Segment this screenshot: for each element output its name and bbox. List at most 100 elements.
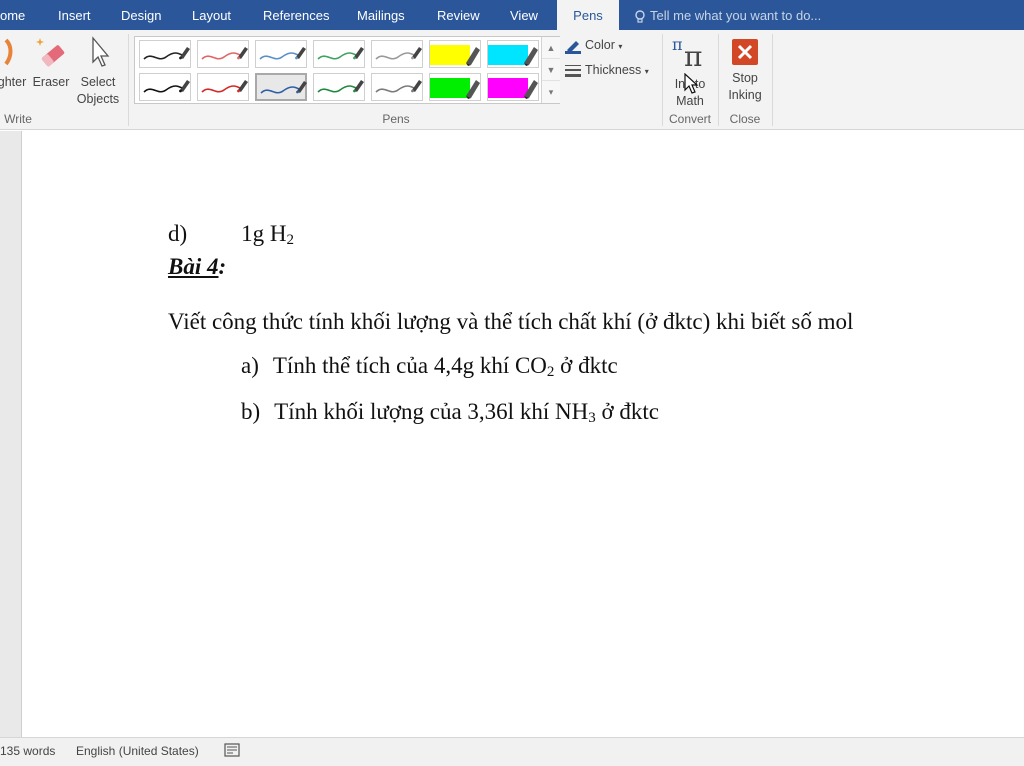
pen-icon: [375, 80, 422, 93]
pen-icon: [260, 81, 307, 94]
stop-inking-line2: Inking: [728, 88, 762, 102]
pen-icon: [201, 47, 248, 60]
pen-icon: [201, 80, 248, 93]
group-separator: [662, 34, 663, 126]
highlighter-label: ghter: [0, 75, 27, 89]
heading-colon: :: [218, 254, 227, 279]
highlighter-swatch[interactable]: [429, 40, 481, 68]
exercise-paragraph: Viết công thức tính khối lượng và thể tí…: [168, 309, 854, 334]
group-separator: [718, 34, 719, 126]
pen-icon: [317, 80, 364, 93]
tab-pens[interactable]: Pens: [557, 0, 619, 30]
eraser-icon: [36, 38, 65, 67]
highlighter-icon: [488, 78, 538, 99]
select-objects-line1: Select: [80, 75, 116, 89]
list-text: Tính thể tích của 4,4g khí CO: [272, 353, 547, 378]
tab-review[interactable]: Review: [437, 0, 480, 30]
select-objects-button[interactable]: Select Objects: [74, 36, 122, 108]
list-marker: d): [168, 221, 188, 246]
color-dropdown-icon: ▾: [618, 42, 623, 51]
tab-home[interactable]: ome: [0, 0, 25, 30]
left-gutter: [0, 131, 22, 737]
list-item-d: d) 1g H2: [168, 221, 294, 249]
gallery-more-arrow[interactable]: ▾: [542, 81, 560, 103]
tab-layout[interactable]: Layout: [192, 0, 231, 30]
proofing-icon[interactable]: [224, 743, 240, 760]
svg-text:π: π: [684, 40, 702, 72]
pen-swatch[interactable]: [371, 73, 423, 101]
list-item-a: a) Tính thể tích của 4,4g khí CO2 ở đktc: [241, 353, 618, 381]
subscript: 2: [286, 232, 295, 248]
pen-swatch[interactable]: [313, 73, 365, 101]
tab-design[interactable]: Design: [121, 0, 161, 30]
pen-swatch[interactable]: [371, 40, 423, 68]
ink-to-math-line2: Math: [676, 94, 704, 108]
word-count[interactable]: 135 words: [0, 744, 55, 758]
language-indicator[interactable]: English (United States): [76, 744, 199, 758]
tell-me-search[interactable]: Tell me what you want to do...: [634, 0, 821, 30]
thickness-label: Thickness: [585, 63, 642, 77]
group-separator: [772, 34, 773, 126]
pen-swatch[interactable]: [197, 73, 249, 101]
list-text: 1g H: [241, 221, 287, 246]
list-text: Tính khối lượng của 3,36l khí NH: [274, 399, 589, 424]
group-separator: [128, 34, 129, 126]
list-marker: b): [241, 399, 261, 424]
list-item-b: b) Tính khối lượng của 3,36l khí NH3 ở đk…: [241, 399, 659, 427]
highlighter-swatch[interactable]: [429, 73, 481, 101]
close-x-icon: [732, 39, 758, 65]
tab-view[interactable]: View: [510, 0, 538, 30]
gallery-down-arrow[interactable]: ▼: [542, 59, 560, 81]
pen-icon: [143, 80, 190, 93]
pen-swatch[interactable]: [139, 40, 191, 68]
ink-to-math-icon: ππ: [672, 35, 702, 72]
pen-swatch[interactable]: [139, 73, 191, 101]
highlighter-button[interactable]: ghter: [0, 36, 28, 91]
stop-inking-line1: Stop: [732, 71, 758, 85]
exercise-heading: Bài 4:: [168, 254, 226, 280]
pen-swatch[interactable]: [255, 40, 307, 68]
list-text-end: ở đktc: [595, 399, 659, 424]
color-label: Color: [585, 38, 615, 52]
pen-icon: [143, 47, 190, 60]
lightbulb-icon: [635, 9, 645, 23]
pen-icon: [375, 47, 422, 60]
pens-group-label: Pens: [382, 112, 410, 126]
pen-icon: [317, 47, 364, 60]
highlighter-icon: [430, 45, 480, 66]
pen-swatch[interactable]: [197, 40, 249, 68]
pen-icon: [259, 47, 306, 60]
highlighter-swatch[interactable]: [487, 40, 539, 68]
pen-swatch[interactable]: [313, 40, 365, 68]
highlighter-icon: [430, 78, 480, 99]
convert-group-label: Convert: [668, 112, 712, 126]
word-window: ome Insert Design Layout References Mail…: [0, 0, 1024, 766]
gallery-up-arrow[interactable]: ▲: [542, 37, 560, 59]
stop-inking-button[interactable]: Stop Inking: [722, 38, 768, 104]
ribbon-tab-bar: ome Insert Design Layout References Mail…: [0, 0, 1024, 30]
thickness-dropdown-icon: ▾: [644, 67, 649, 76]
highlighter-icon: [4, 38, 13, 66]
select-pointer-icon: [92, 36, 110, 67]
pen-swatch[interactable]: [255, 73, 307, 101]
tab-references[interactable]: References: [263, 0, 329, 30]
eraser-label: Eraser: [32, 75, 70, 89]
gallery-scroll[interactable]: ▲ ▼ ▾: [541, 37, 560, 103]
thickness-icon: [565, 64, 581, 77]
ink-to-math-button[interactable]: ππ Ink to Math: [668, 34, 712, 110]
highlighter-icon: [488, 45, 538, 66]
close-group-label: Close: [729, 112, 761, 126]
list-marker: a): [241, 353, 259, 378]
document-area[interactable]: d) 1g H2 Bài 4: Viết công thức tính khối …: [0, 131, 1024, 737]
mouse-cursor-icon: [684, 73, 699, 94]
svg-text:π: π: [672, 35, 683, 54]
color-button[interactable]: Color ▾: [564, 36, 622, 56]
tab-insert[interactable]: Insert: [58, 0, 91, 30]
highlighter-swatch[interactable]: [487, 73, 539, 101]
tell-me-placeholder: Tell me what you want to do...: [650, 8, 822, 23]
subscript: 3: [588, 410, 596, 426]
select-objects-line2: Objects: [76, 92, 120, 106]
tab-mailings[interactable]: Mailings: [357, 0, 405, 30]
eraser-button[interactable]: Eraser: [32, 36, 70, 91]
thickness-button[interactable]: Thickness ▾: [564, 61, 649, 81]
